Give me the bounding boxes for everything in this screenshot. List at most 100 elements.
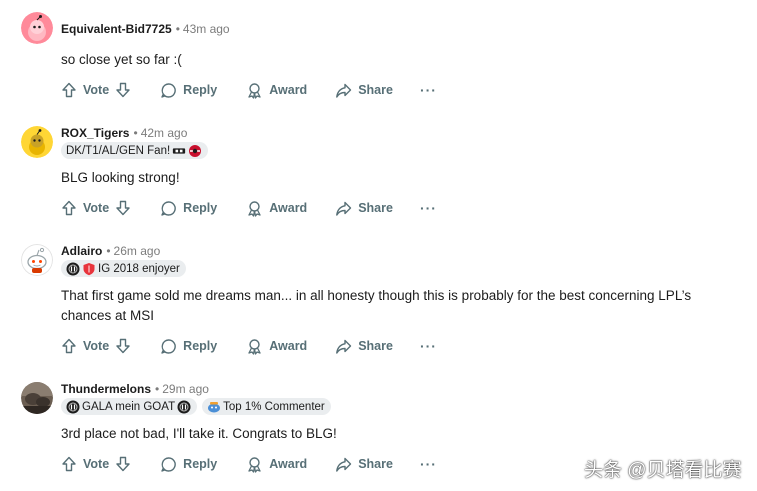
share-button[interactable]: Share bbox=[335, 200, 393, 217]
comment-body: BLG looking strong! bbox=[61, 170, 180, 185]
comment-actions: Vote Reply Award Share ··· bbox=[61, 80, 437, 100]
comment-bubble-icon bbox=[161, 200, 177, 216]
author-name[interactable]: Adlairo bbox=[61, 244, 102, 258]
upvote-button[interactable] bbox=[61, 338, 77, 354]
upvote-icon bbox=[62, 456, 76, 472]
top-commenter-badge: Top 1% Commenter bbox=[202, 398, 331, 415]
downvote-button[interactable] bbox=[115, 82, 131, 98]
separator-dot: • bbox=[106, 244, 111, 258]
comment-meta: Thundermelons • 29m ago bbox=[61, 381, 209, 397]
comment-actions: Vote Reply Award Share ··· bbox=[61, 336, 437, 356]
comment-body: so close yet so far :( bbox=[61, 52, 182, 67]
reply-label: Reply bbox=[183, 83, 218, 97]
more-options-button[interactable]: ··· bbox=[420, 201, 437, 215]
reply-button[interactable]: Reply bbox=[160, 82, 217, 99]
separator-dot: • bbox=[155, 382, 160, 396]
award-label: Award bbox=[269, 83, 308, 97]
share-label: Share bbox=[358, 201, 393, 215]
user-flairs: IG 2018 enjoyer bbox=[61, 260, 186, 277]
upvote-icon bbox=[62, 82, 76, 98]
ig-logo-icon bbox=[177, 400, 191, 413]
upvote-button[interactable] bbox=[61, 456, 77, 472]
reply-button[interactable]: Reply bbox=[160, 200, 217, 217]
share-icon bbox=[336, 457, 352, 472]
user-flair: GALA mein GOAT bbox=[61, 398, 198, 415]
share-label: Share bbox=[358, 339, 393, 353]
downvote-button[interactable] bbox=[115, 200, 131, 216]
share-icon bbox=[336, 83, 352, 98]
timestamp[interactable]: 26m ago bbox=[114, 244, 161, 258]
avatar[interactable] bbox=[21, 382, 53, 414]
downvote-button[interactable] bbox=[115, 456, 131, 472]
user-flairs: GALA mein GOAT Top 1% Commenter bbox=[61, 398, 331, 415]
downvote-icon bbox=[116, 338, 130, 354]
timestamp[interactable]: 42m ago bbox=[141, 126, 188, 140]
award-button[interactable]: Award bbox=[246, 82, 307, 99]
timestamp[interactable]: 29m ago bbox=[162, 382, 209, 396]
comment-bubble-icon bbox=[161, 82, 177, 98]
avatar[interactable] bbox=[21, 126, 53, 158]
vote-label: Vote bbox=[83, 457, 110, 471]
downvote-button[interactable] bbox=[115, 338, 131, 354]
downvote-icon bbox=[116, 200, 130, 216]
award-icon bbox=[248, 82, 261, 99]
upvote-button[interactable] bbox=[61, 82, 77, 98]
flair-text: Top 1% Commenter bbox=[223, 400, 325, 413]
upvote-button[interactable] bbox=[61, 200, 77, 216]
avatar[interactable] bbox=[21, 244, 53, 276]
user-flair: DK/T1/AL/GEN Fan! bbox=[61, 142, 209, 159]
comment-meta: Equivalent-Bid7725 • 43m ago bbox=[61, 21, 230, 37]
award-label: Award bbox=[269, 201, 308, 215]
avatar[interactable] bbox=[21, 12, 53, 44]
comment-actions: Vote Reply Award Share ··· bbox=[61, 454, 437, 474]
upvote-icon bbox=[62, 200, 76, 216]
award-button[interactable]: Award bbox=[246, 456, 307, 473]
more-options-button[interactable]: ··· bbox=[420, 83, 437, 97]
more-options-button[interactable]: ··· bbox=[420, 339, 437, 353]
comment-body: That first game sold me dreams man... in… bbox=[61, 288, 692, 323]
author-name[interactable]: ROX_Tigers bbox=[61, 126, 129, 140]
separator-dot: • bbox=[133, 126, 138, 140]
award-label: Award bbox=[269, 457, 308, 471]
comment-bubble-icon bbox=[161, 338, 177, 354]
share-icon bbox=[336, 339, 352, 354]
author-name[interactable]: Equivalent-Bid7725 bbox=[61, 22, 172, 36]
shield-icon bbox=[83, 262, 95, 275]
watermark-text: 头条 @贝塔看比赛 bbox=[584, 460, 742, 481]
reply-label: Reply bbox=[183, 457, 218, 471]
vote-label: Vote bbox=[83, 83, 110, 97]
share-button[interactable]: Share bbox=[335, 338, 393, 355]
downvote-icon bbox=[116, 82, 130, 98]
vote-label: Vote bbox=[83, 201, 110, 215]
share-label: Share bbox=[358, 457, 393, 471]
downvote-icon bbox=[116, 456, 130, 472]
flair-text: DK/T1/AL/GEN Fan! bbox=[66, 144, 171, 157]
ig-logo-icon bbox=[66, 400, 80, 413]
flair-text: IG 2018 enjoyer bbox=[98, 262, 180, 275]
award-button[interactable]: Award bbox=[246, 338, 307, 355]
share-label: Share bbox=[358, 83, 393, 97]
comment-meta: Adlairo • 26m ago bbox=[61, 243, 160, 259]
reply-button[interactable]: Reply bbox=[160, 456, 217, 473]
author-name[interactable]: Thundermelons bbox=[61, 382, 151, 396]
award-icon bbox=[248, 456, 261, 473]
award-label: Award bbox=[269, 339, 308, 353]
reply-button[interactable]: Reply bbox=[160, 338, 217, 355]
vote-label: Vote bbox=[83, 339, 110, 353]
share-button[interactable]: Share bbox=[335, 456, 393, 473]
team-logo-icon bbox=[173, 147, 186, 154]
comment-bubble-icon bbox=[161, 456, 177, 472]
upvote-icon bbox=[62, 338, 76, 354]
award-button[interactable]: Award bbox=[246, 200, 307, 217]
more-options-button[interactable]: ··· bbox=[420, 457, 437, 471]
reply-label: Reply bbox=[183, 201, 218, 215]
share-icon bbox=[336, 201, 352, 216]
reply-label: Reply bbox=[183, 339, 218, 353]
timestamp[interactable]: 43m ago bbox=[183, 22, 230, 36]
flair-text: GALA mein GOAT bbox=[82, 400, 176, 413]
user-flairs: DK/T1/AL/GEN Fan! bbox=[61, 142, 209, 159]
top-commenter-icon bbox=[208, 401, 221, 412]
share-button[interactable]: Share bbox=[335, 82, 393, 99]
ig-logo-icon bbox=[66, 262, 80, 275]
team-logo-icon bbox=[189, 144, 202, 157]
